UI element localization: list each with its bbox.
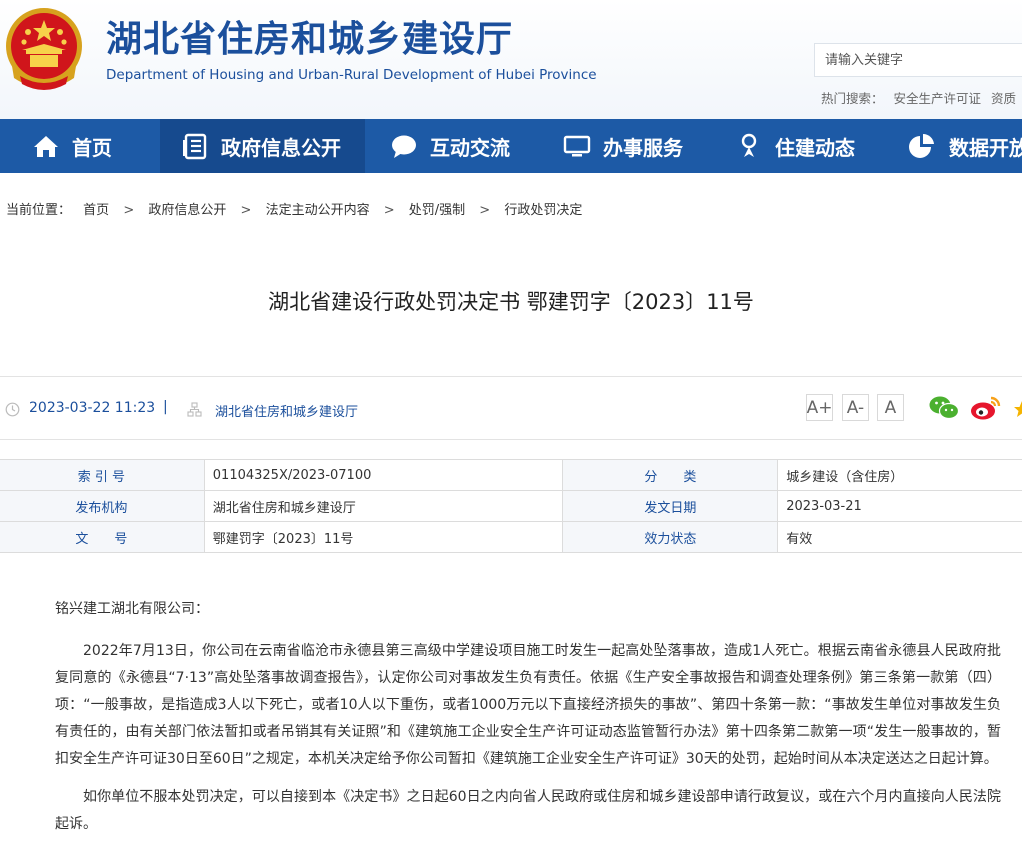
site-header: 湖北省住房和城乡建设厅 Department of Housing and Ur… [0, 0, 1022, 119]
issue-date-value: 2023-03-21 [777, 490, 1022, 522]
table-row: 文 号 鄂建罚字〔2023〕11号 效力状态 有效 [0, 521, 1022, 553]
clock-icon [5, 402, 20, 417]
nav-item-label: 办事服务 [603, 135, 683, 160]
font-size-reset-button[interactable]: A [877, 394, 904, 421]
breadcrumb: 当前位置： 首页 > 政府信息公开 > 法定主动公开内容 > 处罚/强制 > 行… [6, 199, 582, 218]
nav-item-services[interactable]: 办事服务 [563, 119, 683, 173]
nav-item-open-data[interactable]: 数据开放 [907, 119, 1022, 173]
nav-item-label: 住建动态 [775, 135, 855, 160]
nav-item-label: 互动交流 [430, 135, 510, 160]
breadcrumb-separator: > [123, 203, 135, 218]
document-number-value: 鄂建罚字〔2023〕11号 [203, 521, 564, 553]
hot-search-link[interactable]: 资质 [991, 91, 1016, 106]
nav-item-home[interactable]: 首页 [32, 119, 112, 173]
hot-search-link[interactable]: 安全生产许可证 [894, 91, 982, 106]
article-body: 铭兴建工湖北有限公司： 2022年7月13日，你公司在云南省临沧市永德县第三高级… [55, 596, 1001, 849]
chat-icon [392, 135, 416, 158]
document-icon [183, 133, 207, 160]
pie-chart-icon [909, 133, 934, 158]
category-label: 分 类 [562, 459, 779, 491]
nav-item-label: 数据开放 [949, 135, 1022, 160]
nav-item-news[interactable]: 住建动态 [735, 119, 855, 173]
org-icon [187, 402, 202, 417]
search-input[interactable] [815, 44, 1022, 76]
main-nav: 首页 政府信息公开 互动交流 办事服务 住建动态 数据开放 [0, 119, 1022, 173]
weibo-share-icon[interactable] [970, 395, 1002, 421]
breadcrumb-label: 当前位置： [6, 203, 72, 218]
breadcrumb-item[interactable]: 行政处罚决定 [504, 203, 582, 218]
source-org: 湖北省住房和城乡建设厅 [215, 405, 359, 420]
salutation: 铭兴建工湖北有限公司： [55, 601, 209, 617]
breadcrumb-item[interactable]: 法定主动公开内容 [266, 203, 370, 218]
nav-item-label: 首页 [72, 135, 112, 160]
wechat-share-icon[interactable] [929, 395, 959, 421]
publish-date: 2023-03-22 11:23 [29, 400, 156, 416]
index-number-label: 索 引 号 [0, 459, 205, 491]
hot-search: 热门搜索： 安全生产许可证 资质 [821, 88, 1022, 107]
font-size-decrease-button[interactable]: A- [842, 394, 869, 421]
monitor-icon [563, 135, 591, 157]
document-info-table: 索 引 号 01104325X/2023-07100 分 类 城乡建设（含住房）… [0, 459, 1022, 553]
breadcrumb-item[interactable]: 首页 [83, 203, 109, 218]
breadcrumb-separator: > [479, 203, 491, 218]
breadcrumb-item[interactable]: 政府信息公开 [148, 203, 226, 218]
meta-divider: | [163, 399, 168, 415]
nav-item-label: 政府信息公开 [221, 135, 341, 160]
validity-status-label: 效力状态 [562, 521, 779, 553]
index-number-value: 01104325X/2023-07100 [203, 459, 564, 491]
validity-status-value: 有效 [777, 521, 1022, 553]
search-box [814, 43, 1022, 77]
hot-search-label: 热门搜索： [821, 91, 884, 106]
national-emblem-logo [6, 8, 82, 90]
breadcrumb-item[interactable]: 处罚/强制 [409, 203, 465, 218]
favorite-share-icon[interactable] [1014, 395, 1022, 421]
site-title: 湖北省住房和城乡建设厅 [106, 18, 514, 60]
home-icon [34, 136, 58, 157]
nav-item-interaction[interactable]: 互动交流 [390, 119, 510, 173]
nav-item-gov-info[interactable]: 政府信息公开 [160, 119, 365, 173]
person-icon [741, 133, 757, 157]
breadcrumb-separator: > [240, 203, 252, 218]
font-size-increase-button[interactable]: A+ [806, 394, 833, 421]
breadcrumb-separator: > [383, 203, 395, 218]
issuer-value: 湖北省住房和城乡建设厅 [203, 490, 564, 522]
article-meta: 2023-03-22 11:23 | 湖北省住房和城乡建设厅 A+ A- A [0, 376, 1022, 440]
category-value: 城乡建设（含住房） [777, 459, 1022, 491]
issue-date-label: 发文日期 [562, 490, 779, 522]
article-title: 湖北省建设行政处罚决定书 鄂建罚字〔2023〕11号 [268, 290, 754, 314]
table-row: 发布机构 湖北省住房和城乡建设厅 发文日期 2023-03-21 [0, 490, 1022, 522]
table-row: 索 引 号 01104325X/2023-07100 分 类 城乡建设（含住房） [0, 459, 1022, 491]
issuer-label: 发布机构 [0, 490, 205, 522]
site-subtitle: Department of Housing and Urban-Rural De… [106, 67, 597, 83]
body-paragraph: 如你单位不服本处罚决定，可以自接到本《决定书》之日起60日之内向省人民政府或住房… [55, 789, 1001, 832]
body-paragraph: 2022年7月13日，你公司在云南省临沧市永德县第三高级中学建设项目施工时发生一… [55, 643, 1001, 767]
document-number-label: 文 号 [0, 521, 205, 553]
